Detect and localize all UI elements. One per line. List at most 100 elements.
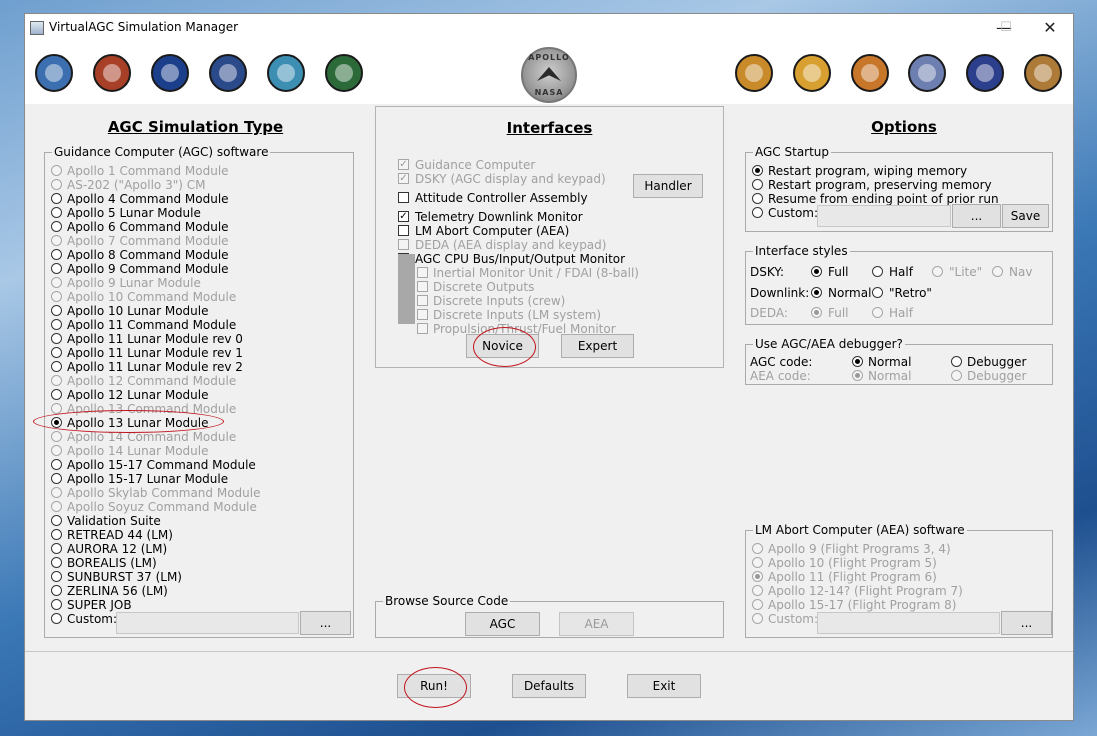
agc-software-radio[interactable] [51, 347, 62, 358]
close-button[interactable]: ✕ [1027, 14, 1073, 42]
dsky-style-radio[interactable] [811, 266, 822, 277]
agc-software-radio[interactable] [51, 221, 62, 232]
handler-button[interactable]: Handler [633, 174, 703, 198]
browse-agc-button[interactable]: AGC [465, 612, 540, 636]
mission-patch-icon [793, 54, 831, 92]
startup-radio[interactable] [752, 193, 763, 204]
agc-software-radio[interactable] [51, 207, 62, 218]
interface-checkbox[interactable] [398, 192, 409, 203]
agc-software-radio[interactable] [51, 459, 62, 470]
agc-custom-browse-button[interactable]: ... [300, 611, 351, 635]
title-bar[interactable]: VirtualAGC Simulation Manager — ☐ ✕ [25, 14, 1073, 42]
agc-software-radio[interactable] [51, 319, 62, 330]
agc-code-normal-label: Normal [868, 355, 912, 369]
mission-patch-icon [267, 54, 305, 92]
agc-software-radio[interactable] [51, 305, 62, 316]
agc-software-radio [51, 487, 62, 498]
agc-software-label: Custom: [67, 612, 118, 626]
options-panel: Options AGC Startup Restart program, wip… [739, 106, 1069, 645]
dsky-style-radio [992, 266, 1003, 277]
agc-software-label: Apollo 11 Command Module [67, 318, 237, 332]
downlink-label: Downlink: [750, 286, 810, 300]
startup-radio[interactable] [752, 207, 763, 218]
agc-startup-label: AGC Startup [753, 145, 832, 159]
agc-software-radio[interactable] [51, 585, 62, 596]
interface-checkbox: ✓ [398, 173, 409, 184]
dsky-style-label: "Lite" [949, 265, 983, 279]
startup-custom-input[interactable] [817, 205, 951, 227]
agc-software-label: AURORA 12 (LM) [67, 542, 168, 556]
interfaces-panel: Interfaces ✓ Guidance Computer ✓ DSKY (AGC … [375, 106, 724, 368]
annotation-run [404, 667, 467, 708]
exit-button[interactable]: Exit [627, 674, 701, 698]
agc-software-radio[interactable] [51, 193, 62, 204]
agc-code-normal-radio[interactable] [852, 356, 863, 367]
startup-label: Restart program, wiping memory [768, 164, 968, 178]
interface-checkbox[interactable] [398, 225, 409, 236]
cpu-monitor-sub-label: Inertial Monitor Unit / FDAI (8-ball) [433, 266, 639, 280]
startup-radio[interactable] [752, 179, 763, 190]
defaults-button[interactable]: Defaults [512, 674, 586, 698]
agc-software-label: AS-202 ("Apollo 3") CM [67, 178, 206, 192]
interface-styles-label: Interface styles [753, 244, 850, 258]
interface-label: LM Abort Computer (AEA) [415, 224, 570, 238]
mission-patch-icon [35, 54, 73, 92]
agc-software-label: SUNBURST 37 (LM) [67, 570, 182, 584]
agc-software-radio[interactable] [51, 571, 62, 582]
cpu-monitor-sub-checkbox [417, 309, 428, 320]
cpu-monitor-sub-checkbox [417, 267, 428, 278]
agc-software-radio[interactable] [51, 249, 62, 260]
cpu-monitor-sub-label: Discrete Inputs (LM system) [433, 308, 602, 322]
aea-custom-input [817, 612, 1000, 634]
downlink-style-radio[interactable] [811, 287, 822, 298]
agc-software-label: Apollo 14 Lunar Module [67, 444, 209, 458]
mission-patch-icon [966, 54, 1004, 92]
dsky-style-label: Half [889, 265, 913, 279]
agc-custom-input[interactable] [116, 612, 299, 634]
footer-separator [25, 651, 1073, 652]
agc-software-radio [51, 277, 62, 288]
deda-style-radio [872, 307, 883, 318]
aea-code-normal-radio [852, 370, 863, 381]
agc-software-radio[interactable] [51, 529, 62, 540]
agc-software-radio[interactable] [51, 543, 62, 554]
downlink-style-radio[interactable] [872, 287, 883, 298]
agc-software-label: Apollo 15-17 Lunar Module [67, 472, 229, 486]
startup-save-button[interactable]: Save [1002, 204, 1049, 228]
annotation-novice [473, 327, 536, 367]
aea-software-label: Apollo 10 (Flight Program 5) [768, 556, 937, 570]
aea-software-label: Custom: [768, 612, 819, 626]
interface-checkbox[interactable]: ✓ [398, 211, 409, 222]
aea-software-label: Apollo 15-17 (Flight Program 8) [768, 598, 957, 612]
aea-software-radio [752, 585, 763, 596]
agc-software-radio[interactable] [51, 389, 62, 400]
cpu-monitor-sub-checkbox [417, 281, 428, 292]
agc-software-radio[interactable] [51, 613, 62, 624]
aea-code-normal-label: Normal [868, 369, 912, 383]
agc-software-radio [51, 235, 62, 246]
agc-software-radio[interactable] [51, 599, 62, 610]
debugger-group: Use AGC/AEA debugger? AGC code: AEA code… [745, 337, 1053, 385]
startup-radio[interactable] [752, 165, 763, 176]
agc-software-radio[interactable] [51, 333, 62, 344]
agc-software-label: Validation Suite [67, 514, 161, 528]
agc-software-radio[interactable] [51, 515, 62, 526]
agc-software-label: Apollo 5 Lunar Module [67, 206, 201, 220]
agc-code-debugger-radio[interactable] [951, 356, 962, 367]
agc-software-radio[interactable] [51, 557, 62, 568]
agc-software-label: Apollo 9 Lunar Module [67, 276, 201, 290]
aea-software-radio [752, 557, 763, 568]
agc-software-radio[interactable] [51, 263, 62, 274]
agc-software-radio[interactable] [51, 361, 62, 372]
expert-button[interactable]: Expert [561, 334, 634, 358]
agc-software-radio [51, 501, 62, 512]
mission-patch-icon [851, 54, 889, 92]
debugger-label: Use AGC/AEA debugger? [753, 337, 905, 351]
aea-custom-browse-button: ... [1001, 611, 1052, 635]
dsky-style-radio[interactable] [872, 266, 883, 277]
dsky-style-radio [932, 266, 943, 277]
interface-label: DEDA (AEA display and keypad) [415, 238, 607, 252]
agc-software-label: Apollo 9 Command Module [67, 262, 229, 276]
startup-browse-button[interactable]: ... [952, 204, 1001, 228]
agc-software-radio[interactable] [51, 473, 62, 484]
